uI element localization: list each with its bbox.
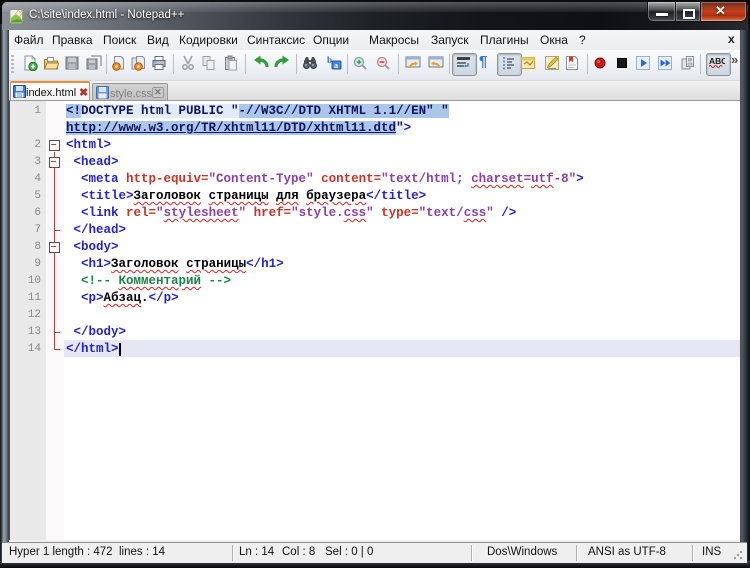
svg-text:b: b: [327, 55, 332, 65]
svg-text:ABC: ABC: [709, 56, 725, 66]
svg-text:a: a: [334, 61, 338, 70]
